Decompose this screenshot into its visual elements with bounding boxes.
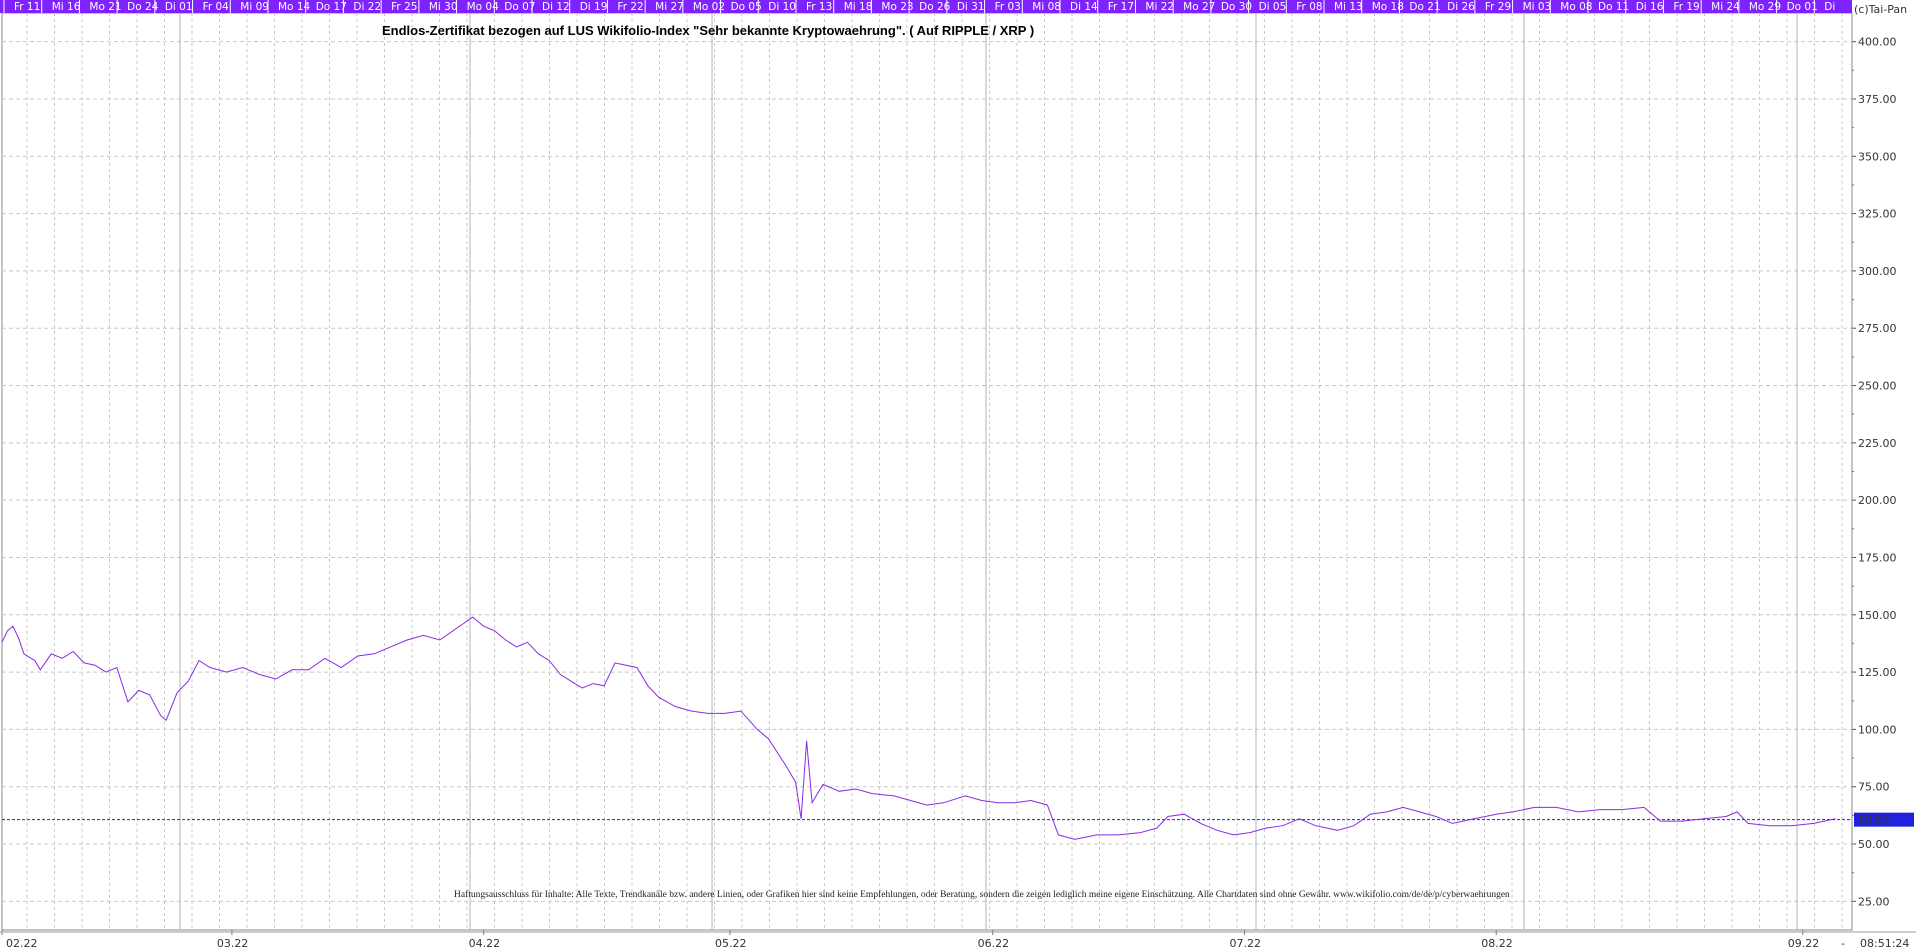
date-strip-labels: Fr 11 Mi 16 Mo 21 Do 24 Di 01 Fr 04 Mi 09 Mo 14…	[3, 0, 1835, 13]
y-tick-label: 125.00	[1858, 666, 1897, 679]
y-tick-label: 150.00	[1858, 609, 1897, 622]
date-strip-label: Di 05	[1259, 1, 1287, 13]
date-strip-label: Mi 24	[1711, 1, 1740, 13]
footer-dash: -	[1841, 937, 1845, 950]
date-strip-label: Di	[1824, 1, 1835, 13]
x-tick-label: 02.22	[6, 937, 38, 950]
date-strip-label: Fr 04	[203, 1, 230, 13]
date-strip-label: Do 17	[316, 1, 347, 13]
date-strip-label: Mi 27	[655, 1, 684, 13]
x-tick-label: 07.22	[1229, 937, 1261, 950]
date-strip-label: Do 21	[1409, 1, 1440, 13]
date-strip-label: Di 01	[165, 1, 193, 13]
disclaimer-text: Haftungsausschluss für Inhalte: Alle Tex…	[454, 889, 1510, 900]
y-tick-label: 25.00	[1858, 895, 1890, 908]
date-strip-label: Di 22	[353, 1, 381, 13]
x-tick-label: 09.22	[1788, 937, 1820, 950]
plot-frame	[1, 12, 1853, 931]
x-tick-label: 04.22	[469, 937, 501, 950]
y-tick-label: 200.00	[1858, 494, 1897, 507]
y-tick-label: 75.00	[1858, 781, 1890, 794]
date-strip-label: Fr 19	[1673, 1, 1699, 13]
y-axis: 400.00 375.00 350.00 325.00 300.00 275.00 250.…	[1852, 36, 1897, 908]
date-strip-label: Do 01	[1787, 1, 1818, 13]
y-tick-label: 225.00	[1858, 437, 1897, 450]
date-strip-label: Mi 18	[844, 1, 873, 13]
date-strip-label: Di 10	[768, 1, 796, 13]
date-strip-label: Fr 03	[995, 1, 1021, 13]
x-tick-label: 08.22	[1481, 937, 1513, 950]
date-strip-label: Di 19	[580, 1, 608, 13]
date-strip-label: Do 05	[731, 1, 762, 13]
date-strip-label: Di 31	[957, 1, 985, 13]
x-tick-label: 05.22	[715, 937, 747, 950]
y-tick-label: 250.00	[1858, 380, 1897, 393]
date-strip-label: Di 26	[1447, 1, 1475, 13]
chart-title: Endlos-Zertifikat bezogen auf LUS Wikifo…	[382, 23, 1034, 38]
date-strip-label: Do 24	[127, 1, 159, 13]
y-tick-label: 50.00	[1858, 838, 1890, 851]
date-strip-label: Do 30	[1221, 1, 1252, 13]
x-tick-label: 03.22	[217, 937, 249, 950]
grid	[1, 12, 1853, 931]
date-strip-label: Di 14	[1070, 1, 1098, 13]
footer-timestamp: 08:51:24	[1860, 937, 1909, 950]
date-strip-label: Fr 25	[391, 1, 417, 13]
y-tick-label: 400.00	[1858, 36, 1897, 49]
y-tick-label: 300.00	[1858, 265, 1897, 278]
price-series-line	[1, 616, 1836, 840]
copyright-label: (c)Tai-Pan	[1854, 3, 1907, 16]
date-strip-label: Fr 13	[806, 1, 832, 13]
date-strip-label: Mi 08	[1032, 1, 1061, 13]
date-strip-label: Mi 13	[1334, 1, 1363, 13]
date-strip-label: Di 16	[1636, 1, 1664, 13]
y-tick-label: 175.00	[1858, 551, 1897, 564]
date-strip-label: Do 11	[1598, 1, 1629, 13]
date-strip-label: Mi 16	[52, 1, 81, 13]
date-strip-label: Do 26	[919, 1, 951, 13]
chart-canvas: Fr 11 Mi 16 Mo 21 Do 24 Di 01 Fr 04 Mi 09 Mo 14…	[0, 0, 1916, 950]
date-strip-label: Fr 08	[1296, 1, 1322, 13]
date-strip-label: Di 12	[542, 1, 570, 13]
y-tick-label: 100.00	[1858, 723, 1897, 736]
y-tick-label: 275.00	[1858, 322, 1897, 335]
date-strip-label: Do 07	[504, 1, 535, 13]
date-strip-label: Fr 29	[1485, 1, 1511, 13]
date-strip-label: Mi 09	[240, 1, 269, 13]
date-strip-label: Fr 17	[1108, 1, 1134, 13]
date-strip-label: Fr 22	[617, 1, 643, 13]
y-tick-label: 375.00	[1858, 93, 1897, 106]
x-axis: 02.22 03.22 04.22 05.22 06.22 07.22 08.22 09.22	[0, 930, 1916, 950]
last-price-label: 60.63	[1858, 814, 1890, 827]
date-strip-label: Fr 11	[14, 1, 40, 13]
date-strip-label: Mi 03	[1523, 1, 1552, 13]
y-tick-label: 350.00	[1858, 150, 1897, 163]
date-strip-label: Mi 30	[429, 1, 458, 13]
x-tick-label: 06.22	[978, 937, 1010, 950]
y-tick-label: 325.00	[1858, 208, 1897, 221]
date-strip-label: Mi 22	[1145, 1, 1174, 13]
